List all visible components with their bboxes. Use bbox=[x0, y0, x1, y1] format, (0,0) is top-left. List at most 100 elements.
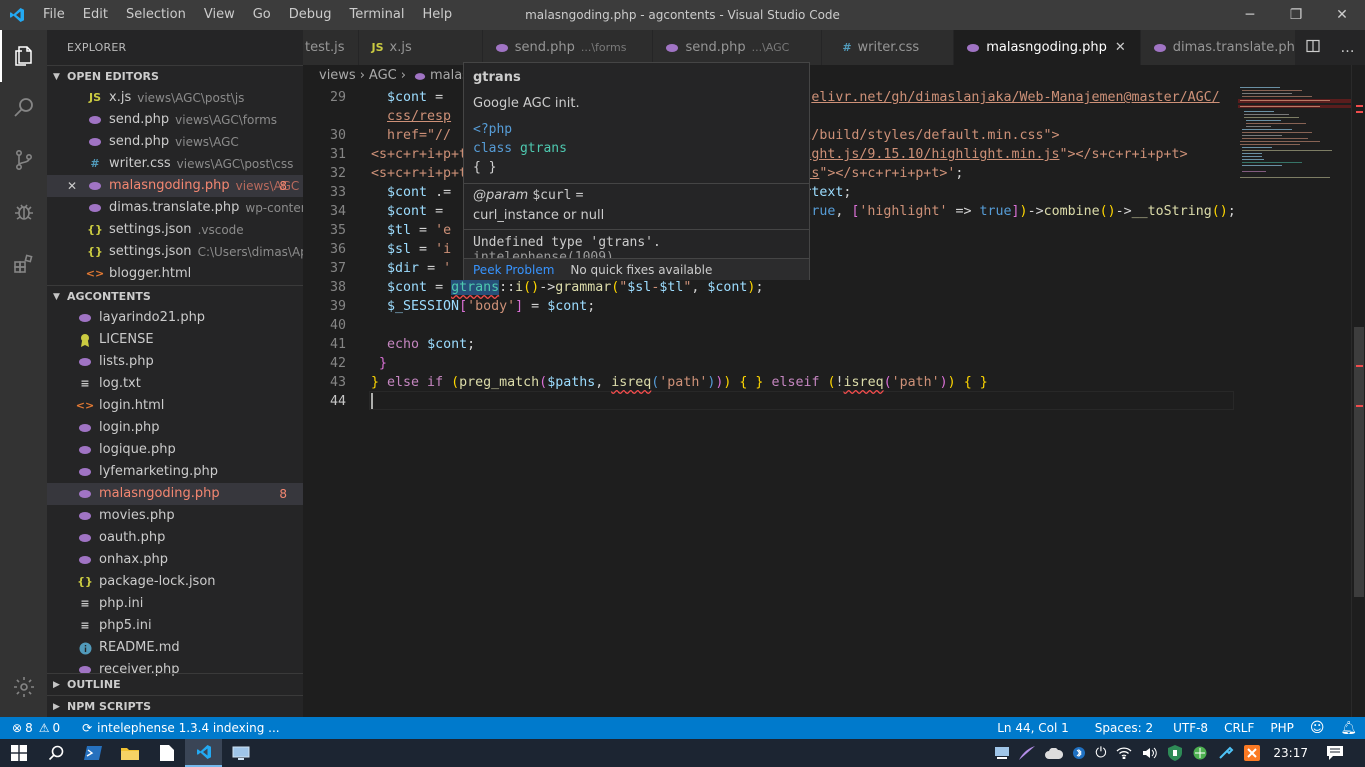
debug-icon[interactable] bbox=[0, 186, 47, 238]
file-item[interactable]: README.md bbox=[47, 637, 303, 659]
open-editor-item[interactable]: JS x.js views\AGC\post\js bbox=[47, 87, 303, 109]
chevron-right-icon: › bbox=[400, 68, 406, 83]
open-editor-item-active[interactable]: ✕ malasngoding.php views\AGC 8 bbox=[47, 175, 303, 197]
file-item[interactable]: oauth.php bbox=[47, 527, 303, 549]
explorer-icon[interactable] bbox=[0, 30, 47, 82]
encoding[interactable]: UTF-8 bbox=[1165, 721, 1216, 735]
menu-go[interactable]: Go bbox=[244, 0, 280, 30]
file-item[interactable]: ≡ php5.ini bbox=[47, 615, 303, 637]
file-item[interactable]: ≡ log.txt bbox=[47, 373, 303, 395]
volume-icon[interactable] bbox=[1142, 747, 1158, 759]
breadcrumb-item[interactable]: views bbox=[319, 65, 356, 87]
editor-scrollbar[interactable] bbox=[1351, 65, 1365, 717]
tab-dimas-translate-php[interactable]: dimas.translate.php bbox=[1140, 30, 1319, 65]
notepad-icon[interactable] bbox=[148, 739, 185, 767]
file-item[interactable]: layarindo21.php bbox=[47, 307, 303, 329]
vscode-taskbar-icon[interactable] bbox=[185, 739, 222, 767]
file-item[interactable]: movies.php bbox=[47, 505, 303, 527]
search-icon[interactable] bbox=[37, 739, 74, 767]
no-quick-fixes-label: No quick fixes available bbox=[570, 262, 713, 277]
file-item[interactable]: lists.php bbox=[47, 351, 303, 373]
menu-terminal[interactable]: Terminal bbox=[341, 0, 414, 30]
bluetooth-icon[interactable] bbox=[1073, 745, 1086, 761]
gear-icon[interactable] bbox=[0, 661, 47, 713]
powershell-icon[interactable] bbox=[74, 739, 111, 767]
search-icon[interactable] bbox=[0, 82, 47, 134]
php-file-icon bbox=[414, 65, 426, 87]
file-item-active[interactable]: malasngoding.php 8 bbox=[47, 483, 303, 505]
tab-send-php-forms[interactable]: send.php ...\forms bbox=[482, 30, 654, 65]
problems-indicator[interactable]: ⊗ 8 ⚠ 0 bbox=[0, 721, 68, 735]
split-editor-icon[interactable] bbox=[1305, 39, 1320, 57]
more-actions-icon[interactable]: … bbox=[1341, 40, 1355, 56]
text-cursor bbox=[371, 393, 373, 409]
security-shield-icon[interactable] bbox=[1168, 745, 1183, 761]
windows-start-icon[interactable] bbox=[0, 739, 37, 767]
php-file-icon bbox=[77, 420, 93, 436]
extensions-icon[interactable] bbox=[0, 238, 47, 290]
minimap[interactable] bbox=[1238, 65, 1351, 717]
file-item[interactable]: lyfemarketing.php bbox=[47, 461, 303, 483]
hover-param: @param $curl = bbox=[473, 188, 584, 203]
tab-test-js[interactable]: test.js bbox=[303, 30, 360, 65]
file-item[interactable]: <> login.html bbox=[47, 395, 303, 417]
minimize-button[interactable]: ─ bbox=[1227, 0, 1273, 30]
tab-malasngoding-php[interactable]: malasngoding.php ✕ bbox=[954, 30, 1141, 65]
scrollbar-thumb[interactable] bbox=[1354, 327, 1364, 597]
menu-file[interactable]: File bbox=[34, 0, 74, 30]
tab-send-php-agc[interactable]: send.php ...\AGC bbox=[653, 30, 823, 65]
onedrive-cloud-icon[interactable] bbox=[1045, 747, 1064, 759]
file-item[interactable]: {} package-lock.json bbox=[47, 571, 303, 593]
open-editor-item[interactable]: send.php views\AGC\forms bbox=[47, 109, 303, 131]
restore-button[interactable]: ❐ bbox=[1273, 0, 1319, 30]
action-center-icon[interactable] bbox=[1327, 746, 1343, 760]
project-header[interactable]: ▼ AGCONTENTS bbox=[47, 285, 303, 307]
peek-problem-link[interactable]: Peek Problem bbox=[473, 263, 554, 277]
source-control-icon[interactable] bbox=[0, 134, 47, 186]
menu-selection[interactable]: Selection bbox=[117, 0, 195, 30]
wifi-icon[interactable] bbox=[1116, 747, 1132, 759]
menu-edit[interactable]: Edit bbox=[74, 0, 117, 30]
feedback-smiley-icon[interactable]: ☺ bbox=[1302, 720, 1333, 736]
open-editor-item[interactable]: {} settings.json C:\Users\dimas\AppD... bbox=[47, 241, 303, 263]
indentation[interactable]: Spaces: 2 bbox=[1087, 721, 1161, 735]
tab-x-js[interactable]: JS x.js bbox=[359, 30, 483, 65]
cursor-position[interactable]: Ln 44, Col 1 bbox=[989, 721, 1077, 735]
feather-icon[interactable] bbox=[1019, 746, 1036, 760]
menu-help[interactable]: Help bbox=[413, 0, 461, 30]
taskbar-manager-icon[interactable] bbox=[995, 747, 1010, 759]
close-window-button[interactable]: ✕ bbox=[1319, 0, 1365, 30]
line-ending[interactable]: CRLF bbox=[1216, 721, 1262, 735]
file-item[interactable]: onhax.php bbox=[47, 549, 303, 571]
open-editor-item[interactable]: dimas.translate.php wp-content\p... bbox=[47, 197, 303, 219]
open-editor-item[interactable]: # writer.css views\AGC\post\css bbox=[47, 153, 303, 175]
notifications-bell-icon[interactable]: 🔔︎ bbox=[1332, 721, 1365, 736]
network-green-icon[interactable] bbox=[1192, 746, 1208, 760]
menu-debug[interactable]: Debug bbox=[280, 0, 341, 30]
outline-header[interactable]: ▶ OUTLINE bbox=[47, 673, 303, 695]
open-editor-item[interactable]: {} settings.json .vscode bbox=[47, 219, 303, 241]
open-editors-header[interactable]: ▼ OPEN EDITORS bbox=[47, 65, 303, 87]
close-icon[interactable]: ✕ bbox=[67, 175, 77, 197]
menu-view[interactable]: View bbox=[195, 0, 244, 30]
remote-desktop-icon[interactable] bbox=[222, 739, 259, 767]
file-item[interactable]: LICENSE bbox=[47, 329, 303, 351]
php-file-icon bbox=[77, 508, 93, 524]
tab-writer-css[interactable]: # writer.css bbox=[822, 30, 955, 65]
file-item[interactable]: login.php bbox=[47, 417, 303, 439]
tools-icon[interactable] bbox=[1218, 746, 1234, 760]
file-explorer-icon[interactable] bbox=[111, 739, 148, 767]
taskbar-clock[interactable]: 23:17 bbox=[1273, 746, 1308, 760]
xampp-icon[interactable] bbox=[1244, 745, 1261, 761]
close-tab-icon[interactable]: ✕ bbox=[1115, 40, 1126, 55]
breadcrumb-item[interactable]: AGC bbox=[369, 65, 397, 87]
language-mode[interactable]: PHP bbox=[1262, 721, 1302, 735]
open-editor-item[interactable]: send.php views\AGC bbox=[47, 131, 303, 153]
code-line: 38 $cont = gtrans::i()->grammar("$sl-$tl… bbox=[329, 280, 764, 295]
npm-scripts-header[interactable]: ▶ NPM SCRIPTS bbox=[47, 695, 303, 717]
power-battery-icon[interactable]: ⏻ bbox=[1095, 745, 1106, 761]
file-item[interactable]: logique.php bbox=[47, 439, 303, 461]
file-item[interactable]: ≡ php.ini bbox=[47, 593, 303, 615]
open-editor-item[interactable]: <> blogger.html bbox=[47, 263, 303, 285]
indexing-indicator[interactable]: ⟳ intelephense 1.3.4 indexing ... bbox=[74, 721, 287, 735]
